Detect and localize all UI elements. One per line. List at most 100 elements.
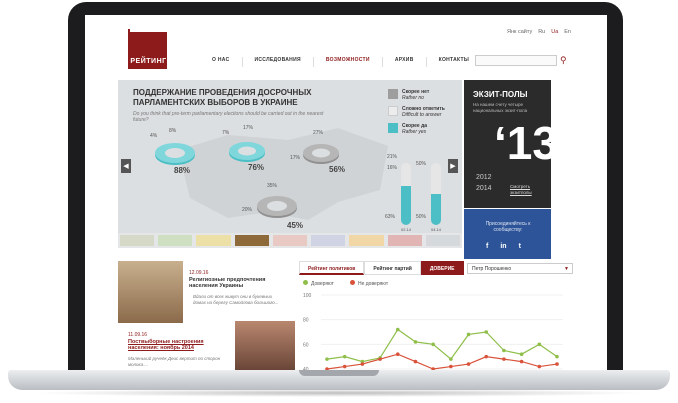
- nav-item-contacts[interactable]: КОНТАКТЫ: [425, 57, 481, 67]
- news-image-1[interactable]: [118, 261, 183, 323]
- year-2014[interactable]: 2014: [476, 185, 492, 192]
- data-point[interactable]: [555, 354, 559, 359]
- legend-sub: Rather yes: [402, 129, 427, 135]
- hero-subtitle: Do you think that pre-term parliamentary…: [133, 111, 324, 123]
- exit-poll-year: ‘13: [494, 117, 558, 169]
- data-point[interactable]: [413, 340, 418, 344]
- donut-chart-1: [153, 141, 197, 185]
- lang-ua[interactable]: Ua: [551, 29, 558, 35]
- data-point[interactable]: [325, 367, 329, 370]
- search-input[interactable]: [475, 55, 557, 66]
- thumbnail[interactable]: [120, 235, 155, 246]
- donut-2-small-a: 7%: [222, 130, 230, 136]
- data-point[interactable]: [519, 359, 524, 364]
- thumbnail[interactable]: [272, 235, 308, 246]
- legend-item-unsure: Сложно ответить Difficult to answer: [388, 106, 460, 118]
- donut-2-small-b: 17%: [243, 125, 254, 131]
- slider-prev-button[interactable]: ◀: [121, 159, 131, 173]
- y-tick-label: 60: [303, 342, 309, 348]
- news-1-title[interactable]: Религиозные предпочтения населения Украи…: [189, 277, 279, 289]
- data-point[interactable]: [360, 362, 365, 366]
- donut-1-small-a: 4%: [150, 133, 158, 139]
- y-tick-label: 40: [303, 367, 309, 370]
- tab-parties[interactable]: Рейтинг партий: [364, 261, 421, 275]
- slider-next-button[interactable]: ▶: [448, 159, 458, 173]
- series-line-0: [326, 328, 558, 363]
- bar-2-top: 50%: [416, 161, 427, 167]
- nav-item-archive[interactable]: АРХИВ: [381, 57, 426, 67]
- data-point[interactable]: [378, 357, 382, 361]
- data-point[interactable]: [431, 367, 435, 370]
- lang-en[interactable]: En: [564, 29, 571, 35]
- legend-item-no: Скорее нет Rather no: [388, 89, 460, 101]
- data-point[interactable]: [519, 352, 524, 356]
- legend-trust-label: Доверяют: [311, 281, 334, 287]
- data-point[interactable]: [537, 364, 542, 369]
- tab-politicians[interactable]: Рейтинг политиков: [299, 261, 365, 275]
- main-nav: О НАС ИССЛЕДОВАНИЯ ВОЗМОЖНОСТИ АРХИВ КОН…: [200, 57, 481, 67]
- data-point[interactable]: [555, 362, 559, 366]
- data-point[interactable]: [502, 348, 506, 353]
- thumbnail[interactable]: [311, 235, 346, 246]
- data-point[interactable]: [342, 364, 347, 369]
- year-2012[interactable]: 2012: [476, 174, 492, 181]
- social-text: Присоединяйтесь к сообществу:: [485, 221, 531, 233]
- data-point[interactable]: [484, 354, 489, 359]
- lang-ru[interactable]: Ru: [538, 29, 545, 35]
- search-icon[interactable]: ⚲: [560, 55, 571, 66]
- nav-item-about[interactable]: О НАС: [200, 57, 242, 67]
- laptop-notch: [299, 370, 379, 376]
- legend-swatch: [388, 89, 398, 99]
- donut-4-small-b: 35%: [267, 183, 278, 189]
- bar-1-top: 21%: [387, 154, 398, 160]
- chevron-right-icon: ▶: [450, 163, 456, 170]
- vk-icon[interactable]: in: [500, 243, 506, 250]
- thumbnail[interactable]: [349, 235, 384, 246]
- data-point[interactable]: [342, 354, 347, 359]
- nav-item-opportunities[interactable]: ВОЗМОЖНОСТИ: [312, 57, 382, 67]
- data-point[interactable]: [466, 332, 471, 337]
- news-image-2[interactable]: [235, 321, 295, 370]
- thumbnail[interactable]: [387, 235, 422, 246]
- data-point[interactable]: [537, 342, 542, 347]
- donut-1-value: 88%: [174, 166, 191, 175]
- news-2-title[interactable]: Поствыборные настроения населения: ноябр…: [128, 339, 228, 351]
- thumbnail[interactable]: [158, 235, 193, 246]
- bar-1-bottom: 63%: [385, 214, 396, 220]
- rating-tabs: Рейтинг политиков Рейтинг партий ДОВЕРИЕ: [299, 261, 464, 275]
- bar-1-fill: [401, 185, 411, 225]
- exit-poll-years: 2012 2014: [476, 172, 492, 194]
- legend-sub: Difficult to answer: [402, 112, 442, 118]
- top-links: Янк сайту Ru Ua En: [507, 29, 571, 35]
- thumbnail-active[interactable]: [234, 235, 269, 246]
- bar-1: [401, 163, 411, 225]
- bar-2-bottom: 50%: [416, 214, 427, 220]
- facebook-icon[interactable]: f: [486, 243, 488, 250]
- politician-select[interactable]: Петр Порошенко ▼: [467, 263, 573, 274]
- data-point[interactable]: [413, 359, 418, 364]
- data-point[interactable]: [449, 357, 453, 361]
- data-point[interactable]: [395, 352, 400, 356]
- data-point[interactable]: [325, 357, 329, 361]
- data-point[interactable]: [431, 342, 435, 347]
- data-point[interactable]: [502, 357, 506, 361]
- exit-poll-link[interactable]: Смотреть экзитполы: [510, 184, 546, 195]
- news-2-text: Маленький ручеёк Деис вертит по сторон м…: [128, 356, 221, 367]
- legend-distrust: Не доверяют: [349, 280, 388, 287]
- thumbnail[interactable]: [196, 235, 231, 246]
- tab-trust[interactable]: ДОВЕРИЕ: [420, 261, 464, 275]
- site-logo[interactable]: РЕЙТИНГ: [130, 32, 167, 69]
- data-point[interactable]: [466, 362, 471, 366]
- search-site-link[interactable]: Янк сайту: [507, 29, 532, 35]
- thumbnail[interactable]: [425, 235, 460, 246]
- legend-trust: Доверяют: [303, 280, 334, 287]
- donut-3-small-b: 27%: [313, 130, 324, 136]
- data-point[interactable]: [484, 330, 489, 334]
- nav-item-research[interactable]: ИССЛЕДОВАНИЯ: [241, 57, 313, 67]
- data-point[interactable]: [449, 364, 453, 369]
- exit-poll-panel[interactable]: ЭКЗИТ-ПОЛЫ На нашем счету четыре национа…: [464, 80, 558, 208]
- twitter-icon[interactable]: t: [519, 243, 521, 250]
- bar-1-mid: 16%: [387, 165, 398, 171]
- logo-text: РЕЙТИНГ: [130, 58, 167, 65]
- data-point[interactable]: [395, 327, 400, 332]
